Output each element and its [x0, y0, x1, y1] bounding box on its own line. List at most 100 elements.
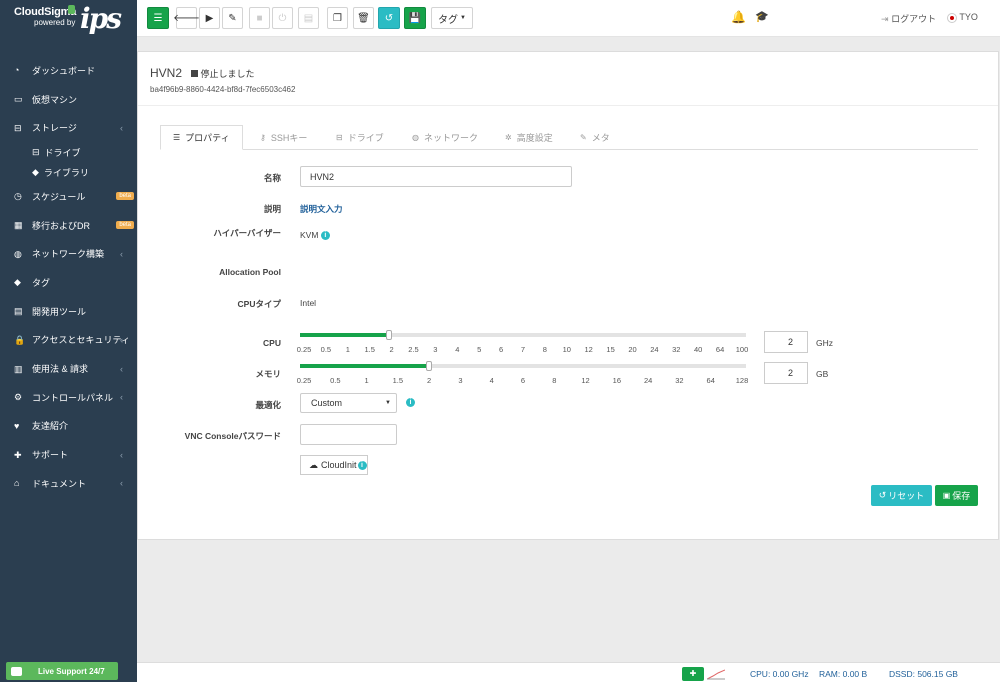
vm-panel: HVN2 停止しました ba4f96b9-8860-4424-bf8d-7fec… [137, 51, 999, 540]
reset-button[interactable]: ↺ リセット [871, 485, 932, 506]
bell-icon[interactable]: 🔔 [731, 10, 746, 24]
sidebar-item-7[interactable]: ◍ ネットワーク構築 ‹ [0, 239, 137, 268]
sidebar-item-4[interactable]: ◆ ライブラリ [0, 162, 137, 182]
back-button[interactable]: 🡐 [173, 7, 200, 29]
storage-icon: ⊟ [14, 122, 22, 133]
network-icon: ◍ [14, 248, 22, 259]
sidebar-item-0[interactable]: ◔ ダッシュボード [0, 56, 137, 85]
sidebar-item-2[interactable]: ⊟ ストレージ ‹ [0, 113, 137, 142]
power-button[interactable]: ⏻ [272, 7, 293, 29]
tab-properties[interactable]: ☰ プロパティ [160, 125, 243, 150]
sidebar-item-label: ストレージ [32, 123, 77, 134]
edit-button[interactable]: ✎ [222, 7, 243, 29]
sidebar-item-1[interactable]: ▭ 仮想マシン [0, 85, 137, 114]
sidebar-item-3[interactable]: ⊟ ドライブ [0, 142, 137, 162]
tab-bar: ☰ プロパティ ⚷ SSHキー ⊟ ドライブ ◍ ネットワーク ✲ 高度設定 ✎ メタ [160, 125, 978, 150]
tab-meta[interactable]: ✎ メタ [580, 125, 610, 150]
tab-advanced[interactable]: ✲ 高度設定 [505, 125, 553, 150]
sidebar-item-11[interactable]: ▥ 使用法 & 請求 ‹ [0, 354, 137, 383]
undo-icon: ↺ [384, 12, 394, 24]
sidebar-item-6[interactable]: ▦ 移行およびDR beta [0, 211, 137, 240]
live-support-button[interactable]: Live Support 24/7 [6, 662, 118, 680]
usage-graph-icon[interactable] [707, 668, 725, 680]
clone-button[interactable]: ❐ [327, 7, 348, 29]
menu-toggle-button[interactable]: ☰ [147, 7, 169, 29]
tab-network[interactable]: ◍ ネットワーク [412, 125, 478, 150]
dashboard-icon: ◔ [14, 65, 20, 76]
slider-tick-label: 32 [675, 376, 684, 385]
hypervisor-text: KVM [300, 230, 319, 240]
slider-tick-label: 3 [433, 345, 438, 354]
memory-slider-handle[interactable] [426, 361, 433, 371]
graduation-cap-icon[interactable]: 🎓 [755, 10, 769, 23]
support-icon: ✚ [14, 449, 22, 460]
region-label: TYO [959, 12, 978, 22]
description-link[interactable]: 説明文入力 [300, 203, 343, 215]
delete-button[interactable]: 🗑 [353, 7, 374, 29]
clock-icon: ◷ [14, 191, 22, 202]
chevron-left-icon: ‹ [120, 122, 123, 133]
slider-tick-label: 1.5 [392, 376, 404, 385]
save-button[interactable]: ▣ 保存 [935, 485, 978, 506]
reset-label: リセット [888, 491, 925, 501]
start-button[interactable]: ▶ [199, 7, 220, 29]
memory-slider[interactable] [300, 361, 746, 371]
pencil-icon: ✎ [580, 133, 587, 142]
vnc-password-input[interactable] [300, 424, 397, 445]
optimization-select[interactable]: Custom ▼ [300, 393, 397, 413]
sidebar-item-15[interactable]: ⌂ ドキュメント ‹ [0, 469, 137, 498]
tab-label: ドライブ [347, 133, 384, 143]
gift-icon[interactable]: ✚ [682, 667, 704, 681]
tag-dropdown-button[interactable]: タグ ▼ [431, 7, 473, 29]
gear-icon: ✲ [505, 133, 512, 142]
slider-tick-label: 2.5 [408, 345, 419, 354]
cloudinit-label: CloudInit [321, 460, 357, 470]
logo[interactable]: CloudSigma powered by ips [0, 0, 137, 46]
cpu-value-input[interactable]: 2 [764, 331, 808, 353]
sidebar-item-8[interactable]: ◆ タグ [0, 268, 137, 297]
save-toolbar-button[interactable]: 💾 [404, 7, 426, 29]
migrate-icon: ▦ [14, 220, 23, 231]
stop-button[interactable]: ■ [249, 7, 270, 29]
cpu-slider[interactable] [300, 330, 746, 340]
console-button[interactable]: ▤ [298, 7, 319, 29]
caret-down-icon: ▼ [460, 15, 466, 21]
memory-unit: GB [816, 369, 829, 379]
chat-icon [11, 666, 22, 676]
info-icon[interactable]: i [320, 231, 330, 241]
tags-icon: ◆ [32, 166, 39, 177]
devtools-icon: ▤ [14, 306, 23, 317]
undo-button[interactable]: ↺ [378, 7, 400, 29]
logout-link[interactable]: ⇥ ログアウト [881, 12, 936, 25]
monitor-icon: ▭ [14, 94, 23, 105]
sidebar-item-12[interactable]: ⚙ コントロールパネル ‹ [0, 383, 137, 412]
sidebar-item-5[interactable]: ◷ スケジュール beta [0, 182, 137, 211]
wrench-icon: ✎ [228, 12, 237, 24]
name-input[interactable]: HVN2 [300, 166, 572, 187]
cpu-ticks: 0.25 0.5 1 1.5 2 2.5 3 4 5 6 7 8 10 12 15 20 24 32 40 64 100 [297, 345, 749, 355]
cloudinit-info-icon[interactable]: i [357, 460, 367, 470]
undo-icon: ↺ [878, 490, 887, 500]
sidebar-item-10[interactable]: 🔒 アクセスとセキュリティ ‹ [0, 326, 137, 355]
slider-tick-label: 20 [628, 345, 637, 354]
sidebar-item-14[interactable]: ✚ サポート ‹ [0, 440, 137, 469]
tab-drives[interactable]: ⊟ ドライブ [336, 125, 384, 150]
tab-ssh-keys[interactable]: ⚷ SSHキー [260, 125, 307, 150]
slider-tick-label: 3 [458, 376, 463, 385]
sidebar: CloudSigma powered by ips ◔ ダッシュボード ▭ 仮想マシン… [0, 0, 137, 682]
cpu-slider-handle[interactable] [386, 330, 393, 340]
save-label: 保存 [952, 491, 971, 501]
sidebar-item-label: ダッシュボード [32, 65, 96, 76]
region-selector[interactable]: TYO [947, 12, 978, 23]
cpu-usage: CPU: 0.00 GHz [750, 669, 809, 679]
sidebar-item-13[interactable]: ♥ 友達紹介 [0, 412, 137, 441]
memory-value-input[interactable]: 2 [764, 362, 808, 384]
optimization-info-icon[interactable]: i [406, 398, 415, 407]
cloudinit-button[interactable]: ☁ CloudInit i [300, 455, 368, 475]
slider-tick-label: 6 [520, 376, 526, 385]
settings-icon: ⚙ [14, 392, 23, 403]
floppy-icon: ▣ [942, 491, 951, 500]
slider-tick-label: 0.25 [296, 376, 312, 385]
sidebar-item-9[interactable]: ▤ 開発用ツール [0, 297, 137, 326]
tab-label: 高度設定 [516, 133, 553, 143]
